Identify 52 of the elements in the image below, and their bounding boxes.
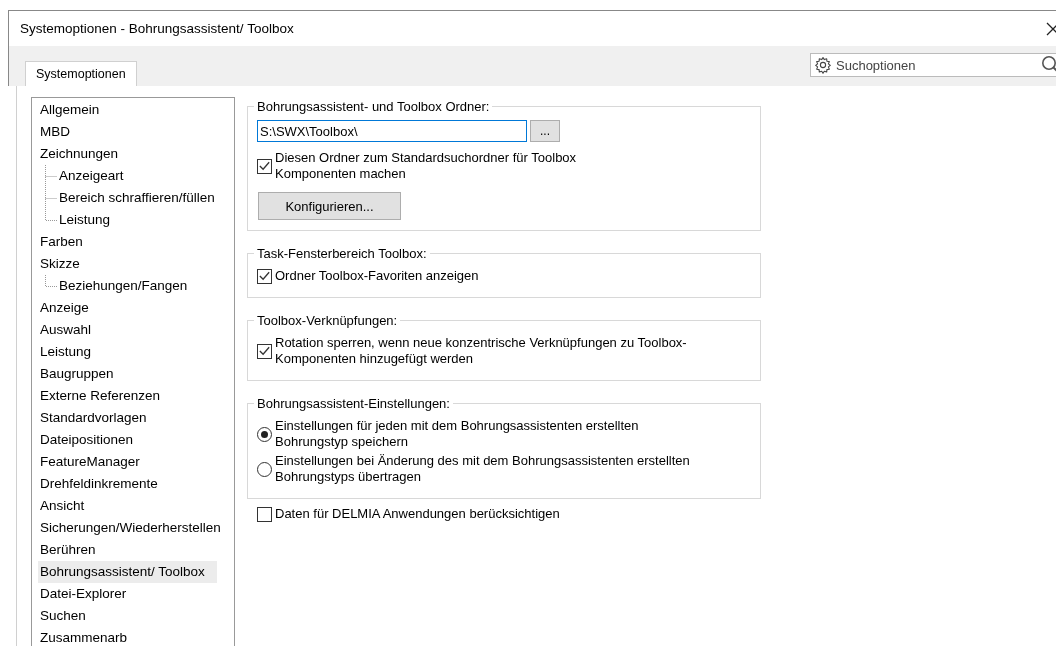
tree-item[interactable]: Ansicht: [38, 495, 87, 517]
configure-button[interactable]: Konfigurieren...: [258, 192, 401, 220]
group-title: Bohrungsassistent- und Toolbox Ordner:: [256, 99, 491, 114]
search-input[interactable]: Suchoptionen: [832, 57, 1041, 73]
tree-item[interactable]: Allgemein: [38, 99, 102, 121]
tree-item[interactable]: Anzeige: [38, 297, 91, 319]
checkbox[interactable]: [257, 158, 272, 174]
tree-item[interactable]: Leistung: [38, 341, 94, 363]
tree-connector: [45, 275, 57, 287]
tree-item[interactable]: Bereich schraffieren/füllen: [57, 187, 217, 209]
tree-item[interactable]: Zusammenarb: [38, 627, 130, 646]
search-field[interactable]: Suchoptionen: [810, 53, 1056, 77]
radio-button[interactable]: [257, 426, 272, 442]
checkbox-label: Daten für DELMIA Anwendungen berücksichtigen: [275, 506, 560, 522]
checkbox[interactable]: [257, 343, 272, 359]
tree-item[interactable]: Beziehungen/Fangen: [57, 275, 190, 297]
tree-item[interactable]: Auswahl: [38, 319, 94, 341]
tree-item[interactable]: Baugruppen: [38, 363, 116, 385]
gear-icon: [814, 56, 832, 74]
checkbox-label: Ordner Toolbox-Favoriten anzeigen: [275, 268, 479, 284]
tree-item[interactable]: Farben: [38, 231, 85, 253]
tree-item[interactable]: Skizze: [38, 253, 82, 275]
folder-path-field[interactable]: S:\SWX\Toolbox\: [257, 120, 527, 142]
checkbox[interactable]: [257, 506, 272, 522]
checkbox-label: Rotation sperren, wenn neue konzentrische Verknüpfungen zu Toolbox-Komponenten hinzugefügt werden: [275, 335, 688, 367]
tab[interactable]: Systemoptionen: [25, 61, 137, 86]
tree-item[interactable]: Sicherungen/Wiederherstellen: [38, 517, 223, 539]
checkbox[interactable]: [257, 268, 272, 284]
tree-connector: [45, 165, 57, 187]
tree-item[interactable]: Standardvorlagen: [38, 407, 149, 429]
tree-item[interactable]: FeatureManager: [38, 451, 142, 473]
tree-item[interactable]: Externe Referenzen: [38, 385, 163, 407]
tree-item[interactable]: Datei-Explorer: [38, 583, 129, 605]
tree-item[interactable]: Bohrungsassistent/ Toolbox: [38, 561, 217, 583]
tree-item[interactable]: Suchen: [38, 605, 88, 627]
window-title: Systemoptionen - Bohrungsassistent/ Toolbox: [20, 21, 294, 36]
group-title: Task-Fensterbereich Toolbox:: [256, 246, 428, 261]
radio-label: Einstellungen bei Änderung des mit dem Bohrungsassistenten erstellten Bohrungstyps übertragen: [275, 453, 691, 485]
radio-button[interactable]: [257, 461, 272, 477]
tree-item[interactable]: Zeichnungen: [38, 143, 121, 165]
tree-item[interactable]: Leistung: [57, 209, 113, 231]
tree-item[interactable]: Drehfeldinkremente: [38, 473, 160, 495]
tree-item[interactable]: Berühren: [38, 539, 98, 561]
tree-item[interactable]: Anzeigeart: [57, 165, 126, 187]
radio-label: Einstellungen für jeden mit dem Bohrungsassistenten erstellten Bohrungstyp speichern: [275, 418, 640, 450]
tree-item[interactable]: MBD: [38, 121, 72, 143]
group-title: Toolbox-Verknüpfungen:: [256, 313, 399, 328]
browse-button[interactable]: ...: [530, 120, 560, 142]
checkbox-label: Diesen Ordner zum Standardsuchordner für Toolbox Komponenten machen: [275, 150, 578, 182]
group-title: Bohrungsassistent-Einstellungen:: [256, 396, 451, 411]
close-icon[interactable]: [1046, 21, 1056, 36]
tree-item[interactable]: Dateipositionen: [38, 429, 136, 451]
